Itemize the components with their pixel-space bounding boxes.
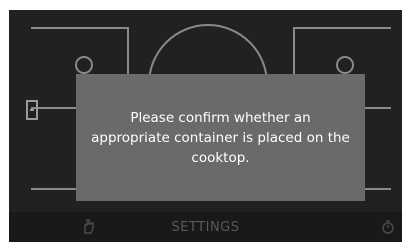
timer-icon[interactable] [381, 220, 395, 234]
dialog-message: Please confirm whether an appropriate co… [91, 109, 350, 166]
side-indicator-icon [26, 100, 38, 120]
zone-marker-left [75, 56, 93, 74]
settings-button[interactable]: SETTINGS [9, 220, 402, 235]
confirmation-dialog[interactable]: Please confirm whether an appropriate co… [76, 74, 365, 201]
zone-marker-right [336, 56, 354, 74]
cooktop-screen: SETTINGS Please confirm whether an appro… [9, 10, 402, 242]
